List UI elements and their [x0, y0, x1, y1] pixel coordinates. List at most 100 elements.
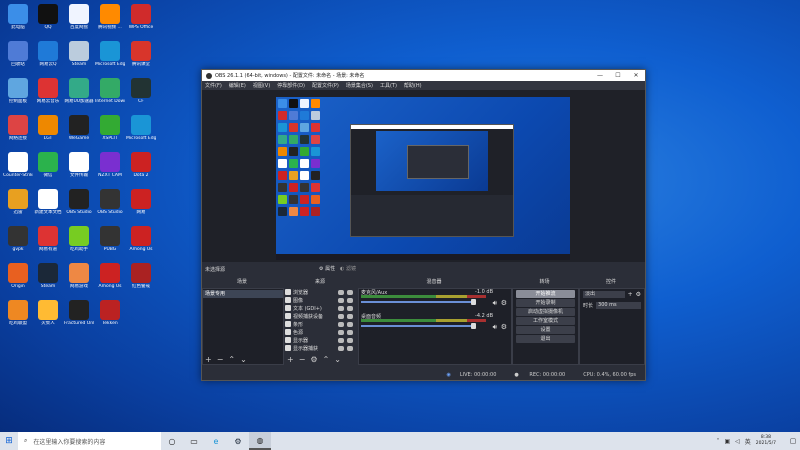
lock-icon[interactable] [347, 289, 353, 295]
network-icon[interactable]: ▣ [724, 438, 730, 445]
desktop-icon[interactable]: 网易UU加速器 [64, 78, 94, 110]
obs-taskbar-icon[interactable]: ◍ [249, 432, 271, 450]
move-down-icon[interactable]: ⌄ [334, 355, 341, 364]
eye-icon[interactable] [338, 321, 344, 327]
gear-icon[interactable]: ⚙ [310, 355, 317, 364]
desktop-icon[interactable]: 火柴人 [33, 300, 63, 332]
lock-icon[interactable] [347, 345, 353, 351]
task-view-icon[interactable]: ▭ [183, 432, 205, 450]
desktop-icon[interactable]: 回收站 [3, 41, 33, 73]
lock-icon[interactable] [347, 321, 353, 327]
cortana-icon[interactable]: ○ [161, 432, 183, 450]
menu-tools[interactable]: 工具(T) [380, 82, 397, 89]
add-icon[interactable]: + [287, 355, 294, 364]
desktop-icon[interactable]: 控制面板 [3, 78, 33, 110]
desktop-icon[interactable]: 网易有道 [33, 226, 63, 258]
desktop-icon[interactable]: 吃鸡助手 [64, 226, 94, 258]
close-icon[interactable]: ✕ [627, 72, 645, 79]
desktop-icon[interactable]: 网易 [126, 189, 156, 221]
desktop-icon[interactable]: Tekken [95, 300, 125, 332]
volume-slider[interactable] [361, 323, 476, 329]
clock[interactable]: 8:38 2021/5/7 [756, 435, 776, 447]
filters-button[interactable]: ◐ 滤镜 [340, 265, 356, 272]
source-row[interactable]: 浏览器 [202, 288, 356, 296]
remove-icon[interactable]: − [299, 355, 306, 364]
slider-knob[interactable] [471, 323, 476, 329]
desktop-icon[interactable]: 文件传输 [64, 152, 94, 184]
source-row[interactable]: 显示器捕获 [202, 344, 356, 352]
maximize-icon[interactable]: ☐ [609, 72, 627, 79]
steam-icon[interactable]: ⚙ [227, 432, 249, 450]
desktop-icon[interactable]: Counter-Strike Global [3, 152, 33, 184]
edge-icon[interactable]: e [205, 432, 227, 450]
ime-icon[interactable]: 英 [745, 437, 751, 446]
search-box[interactable]: ⌕ 在这里输入你要搜索的内容 [18, 432, 161, 450]
volume-slider[interactable] [361, 299, 476, 305]
source-row[interactable]: 视频捕获设备 [202, 312, 356, 320]
menu-profile[interactable]: 配置文件(P) [312, 82, 339, 89]
obs-titlebar[interactable]: OBS 26.1.1 (64-bit, windows) - 配置文件: 未命名… [202, 70, 645, 81]
eye-icon[interactable] [338, 305, 344, 311]
lock-icon[interactable] [347, 329, 353, 335]
desktop-icon[interactable]: Fractured Online [64, 300, 94, 332]
desktop-icon[interactable]: QQ [33, 4, 63, 36]
desktop-icon[interactable]: 腾讯课堂 [126, 41, 156, 73]
eye-icon[interactable] [338, 289, 344, 295]
settings-button[interactable]: 设置 [516, 326, 575, 334]
transition-select[interactable]: 淡出 [583, 291, 625, 298]
desktop-icon[interactable]: 新建文本文档 [33, 189, 63, 221]
desktop-icon[interactable]: 网络连接 [3, 115, 33, 147]
menu-docks[interactable]: 停靠部件(D) [277, 82, 305, 89]
desktop-icon[interactable]: Origin [3, 263, 33, 295]
source-row[interactable]: 色源 [202, 328, 356, 336]
desktop-icon[interactable]: Microsoft Edge [126, 115, 156, 147]
start-recording-button[interactable]: 开始录制 [516, 299, 575, 307]
eye-icon[interactable] [338, 313, 344, 319]
start-virtual-camera-button[interactable]: 启动虚拟摄像机 [516, 308, 575, 316]
preview-canvas[interactable] [202, 90, 645, 262]
desktop-icon[interactable]: WeGame [64, 115, 94, 147]
desktop-icon[interactable]: 网易游戏 [64, 263, 94, 295]
desktop-icon[interactable]: CF [126, 78, 156, 110]
eye-icon[interactable] [338, 337, 344, 343]
desktop-icon[interactable]: 微信 [33, 152, 63, 184]
desktop-icon[interactable]: PUBG [95, 226, 125, 258]
desktop-icon[interactable]: LGT [33, 115, 63, 147]
eye-icon[interactable] [338, 345, 344, 351]
eye-icon[interactable] [338, 329, 344, 335]
menu-view[interactable]: 视图(V) [253, 82, 270, 89]
add-icon[interactable]: + [628, 291, 633, 298]
minimize-icon[interactable]: — [591, 72, 609, 79]
desktop-icon[interactable]: 百度网盘 [64, 4, 94, 36]
volume-icon[interactable]: ◁ [735, 438, 740, 445]
desktop-icon[interactable]: XSPLIT [95, 115, 125, 147]
lock-icon[interactable] [347, 313, 353, 319]
desktop-icon[interactable]: Among Us [95, 263, 125, 295]
chevron-up-icon[interactable]: ˄ [716, 438, 719, 445]
gear-icon[interactable]: ⚙ [501, 299, 507, 307]
lock-icon[interactable] [347, 297, 353, 303]
gear-icon[interactable]: ⚙ [636, 291, 641, 298]
desktop-icon[interactable]: 网易云Q [33, 41, 63, 73]
desktop-icon[interactable]: 腾讯视频 ... [95, 4, 125, 36]
desktop-icon[interactable]: OBS Studio [64, 189, 94, 221]
start-streaming-button[interactable]: 开始推流 [516, 290, 575, 298]
desktop-icon[interactable]: NZXT CAM [95, 152, 125, 184]
move-up-icon[interactable]: ⌃ [323, 355, 330, 364]
menu-edit[interactable]: 编辑(E) [229, 82, 246, 89]
desktop-icon[interactable]: Among Us [126, 226, 156, 258]
exit-button[interactable]: 退出 [516, 335, 575, 343]
windows-start-icon[interactable]: ⊞ [0, 432, 18, 450]
desktop-icon[interactable]: Steam [64, 41, 94, 73]
eye-icon[interactable] [338, 297, 344, 303]
gear-icon[interactable]: ⚙ [501, 323, 507, 331]
desktop-icon[interactable]: 红色警戒 [126, 263, 156, 295]
desktop-icon[interactable]: Steam [33, 263, 63, 295]
desktop-icon[interactable]: Microsoft Edge [95, 41, 125, 73]
menu-file[interactable]: 文件(F) [205, 82, 222, 89]
duration-input[interactable]: 300 ms [596, 302, 641, 309]
lock-icon[interactable] [347, 337, 353, 343]
desktop-icon[interactable]: Internet Downlo... [95, 78, 125, 110]
menu-scene-collection[interactable]: 场景集合(S) [346, 82, 373, 89]
speaker-icon[interactable]: 🔊︎ [493, 323, 497, 332]
